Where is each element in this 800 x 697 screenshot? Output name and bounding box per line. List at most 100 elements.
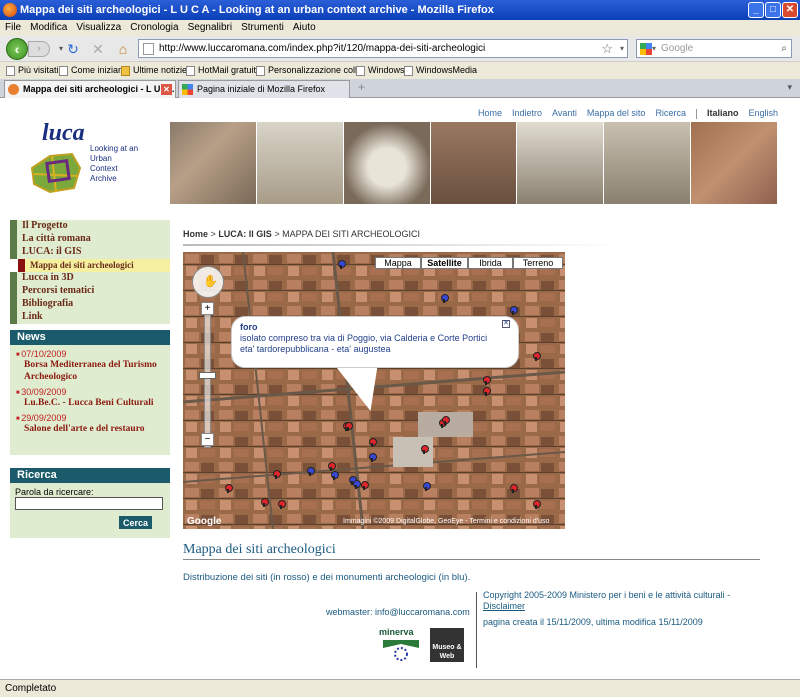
window-titlebar: Mappa dei siti archeologici - L U C A - … xyxy=(0,0,800,20)
webmaster-contact[interactable]: webmaster: info@luccaromana.com xyxy=(326,607,470,617)
zoom-out-button[interactable]: − xyxy=(201,433,214,446)
lang-english[interactable]: English xyxy=(748,108,778,118)
zoom-slider-thumb[interactable] xyxy=(199,372,216,379)
nav-mappa-del-sito[interactable]: Mappa del sito xyxy=(587,108,646,118)
monument-marker[interactable] xyxy=(353,480,361,489)
stop-icon[interactable]: ✕ xyxy=(89,40,107,58)
monument-marker[interactable] xyxy=(331,471,339,480)
site-marker[interactable] xyxy=(442,416,450,425)
menu-percorsi-tematici[interactable]: Percorsi tematici xyxy=(10,285,170,298)
site-search-input[interactable] xyxy=(15,497,163,510)
site-marker[interactable] xyxy=(369,438,377,447)
menu-modifica[interactable]: Modifica xyxy=(30,22,67,33)
popup-close-icon[interactable]: ✕ xyxy=(502,320,510,328)
reload-icon[interactable]: ↻ xyxy=(64,40,82,58)
museo-web-logo[interactable]: Museo & Web xyxy=(430,628,464,662)
menu-il-progetto[interactable]: Il Progetto xyxy=(10,220,170,233)
search-button[interactable]: Cerca xyxy=(119,516,152,529)
site-marker[interactable] xyxy=(361,481,369,490)
monument-marker[interactable] xyxy=(307,467,315,476)
bookmark-piu-visitati[interactable]: Più visitati xyxy=(6,62,59,79)
tab-strip: Mappa dei siti archeologici - L U C... ✕… xyxy=(0,79,800,98)
bookmark-hotmail[interactable]: HotMail gratuita xyxy=(186,62,261,79)
breadcrumb-gis[interactable]: LUCA: Il GIS xyxy=(218,229,272,239)
zoom-in-button[interactable]: + xyxy=(201,302,214,315)
url-bar[interactable]: http://www.luccaromana.com/index.php?it/… xyxy=(138,39,628,58)
lang-italiano[interactable]: Italiano xyxy=(707,108,739,118)
bookmark-come-iniziare[interactable]: Come iniziare xyxy=(59,62,126,79)
menu-segnalibri[interactable]: Segnalibri xyxy=(188,22,232,33)
minerva-logo[interactable]: minerva xyxy=(379,626,423,662)
bookmark-ultime-notizie[interactable]: Ultime notizie xyxy=(121,62,187,79)
google-logo[interactable]: Google xyxy=(187,516,221,527)
nav-home[interactable]: Home xyxy=(478,108,502,118)
menu-visualizza[interactable]: Visualizza xyxy=(76,22,121,33)
monument-marker[interactable] xyxy=(441,294,449,303)
menu-link[interactable]: Link xyxy=(10,311,170,324)
site-marker[interactable] xyxy=(225,484,233,493)
bookmark-windows[interactable]: Windows xyxy=(356,62,405,79)
minimize-button[interactable]: _ xyxy=(748,2,764,18)
monument-marker[interactable] xyxy=(423,482,431,491)
menu-strumenti[interactable]: Strumenti xyxy=(241,22,284,33)
luca-logo[interactable]: luca Looking at an Urban Context Archive xyxy=(28,118,158,208)
menu-mappa-siti[interactable]: Mappa dei siti archeologici xyxy=(18,259,170,272)
home-icon[interactable]: ⌂ xyxy=(114,40,132,58)
pan-control[interactable]: ✋ xyxy=(192,266,224,298)
menu-la-citta-romana[interactable]: La città romana xyxy=(10,233,170,246)
site-marker[interactable] xyxy=(533,352,541,361)
site-marker[interactable] xyxy=(483,376,491,385)
info-popup: ✕ foro isolato compreso tra via di Poggi… xyxy=(231,316,519,368)
bookmark-star-icon[interactable]: ☆ xyxy=(601,40,613,57)
menu-luca-il-gis[interactable]: LUCA: il GIS xyxy=(10,246,170,259)
google-map[interactable]: Mappa Satellite Ibrida Terreno ✋ + − ✕ f… xyxy=(183,252,565,529)
news-item[interactable]: 07/10/2009 Borsa Mediterranea del Turism… xyxy=(10,345,170,383)
site-marker[interactable] xyxy=(278,500,286,509)
selected-site-marker[interactable] xyxy=(345,422,353,431)
new-tab-icon[interactable]: + xyxy=(358,80,365,94)
close-button[interactable]: ✕ xyxy=(782,2,798,18)
close-tab-icon[interactable]: ✕ xyxy=(161,84,172,95)
site-marker[interactable] xyxy=(483,387,491,396)
nav-indietro[interactable]: Indietro xyxy=(512,108,542,118)
monument-marker[interactable] xyxy=(510,306,518,315)
search-bar[interactable]: ▾ Google ⌕ xyxy=(636,39,792,58)
search-engine-dropdown-icon[interactable]: ▾ xyxy=(652,40,656,57)
news-title[interactable]: Lu.Be.C. - Lucca Beni Culturali xyxy=(16,397,170,409)
breadcrumb-home[interactable]: Home xyxy=(183,229,208,239)
news-title[interactable]: Salone dell'arte e del restauro xyxy=(16,423,170,435)
forward-button[interactable]: › xyxy=(28,41,50,57)
tab-list-icon[interactable]: ▾ xyxy=(787,82,792,93)
bookmark-windowsmedia[interactable]: WindowsMedia xyxy=(404,62,477,79)
nav-ricerca[interactable]: Ricerca xyxy=(655,108,686,118)
disclaimer-link[interactable]: Disclaimer xyxy=(483,601,730,612)
maximize-button[interactable]: □ xyxy=(765,2,781,18)
tab-pagina-iniziale[interactable]: Pagina iniziale di Mozilla Firefox xyxy=(178,80,350,98)
menu-cronologia[interactable]: Cronologia xyxy=(130,22,178,33)
menu-lucca-in-3d[interactable]: Lucca in 3D xyxy=(10,272,170,285)
map-type-ibrida[interactable]: Ibrida xyxy=(468,257,513,269)
back-button[interactable]: ‹ xyxy=(6,38,28,60)
map-type-satellite[interactable]: Satellite xyxy=(421,257,468,269)
nav-avanti[interactable]: Avanti xyxy=(552,108,577,118)
news-title[interactable]: Borsa Mediterranea del Turismo Archeolog… xyxy=(16,359,170,383)
search-icon[interactable]: ⌕ xyxy=(781,40,787,57)
map-type-mappa[interactable]: Mappa xyxy=(375,257,421,269)
site-marker[interactable] xyxy=(328,462,336,471)
site-marker[interactable] xyxy=(261,498,269,507)
site-marker[interactable] xyxy=(510,484,518,493)
menu-bibliografia[interactable]: Bibliografia xyxy=(10,298,170,311)
map-type-terreno[interactable]: Terreno xyxy=(513,257,563,269)
monument-marker[interactable] xyxy=(338,260,346,269)
menu-file[interactable]: File xyxy=(5,22,21,33)
url-dropdown-icon[interactable]: ▾ xyxy=(620,40,624,57)
news-item[interactable]: 30/09/2009 Lu.Be.C. - Lucca Beni Cultura… xyxy=(10,383,170,409)
site-marker[interactable] xyxy=(273,470,281,479)
site-marker[interactable] xyxy=(421,445,429,454)
menu-aiuto[interactable]: Aiuto xyxy=(293,22,316,33)
bookmark-personalizzazione[interactable]: Personalizzazione coll... xyxy=(256,62,365,79)
site-marker[interactable] xyxy=(533,500,541,509)
tab-mappa[interactable]: Mappa dei siti archeologici - L U C... ✕ xyxy=(4,80,176,98)
monument-marker[interactable] xyxy=(369,453,377,462)
news-item[interactable]: 29/09/2009 Salone dell'arte e del restau… xyxy=(10,409,170,435)
